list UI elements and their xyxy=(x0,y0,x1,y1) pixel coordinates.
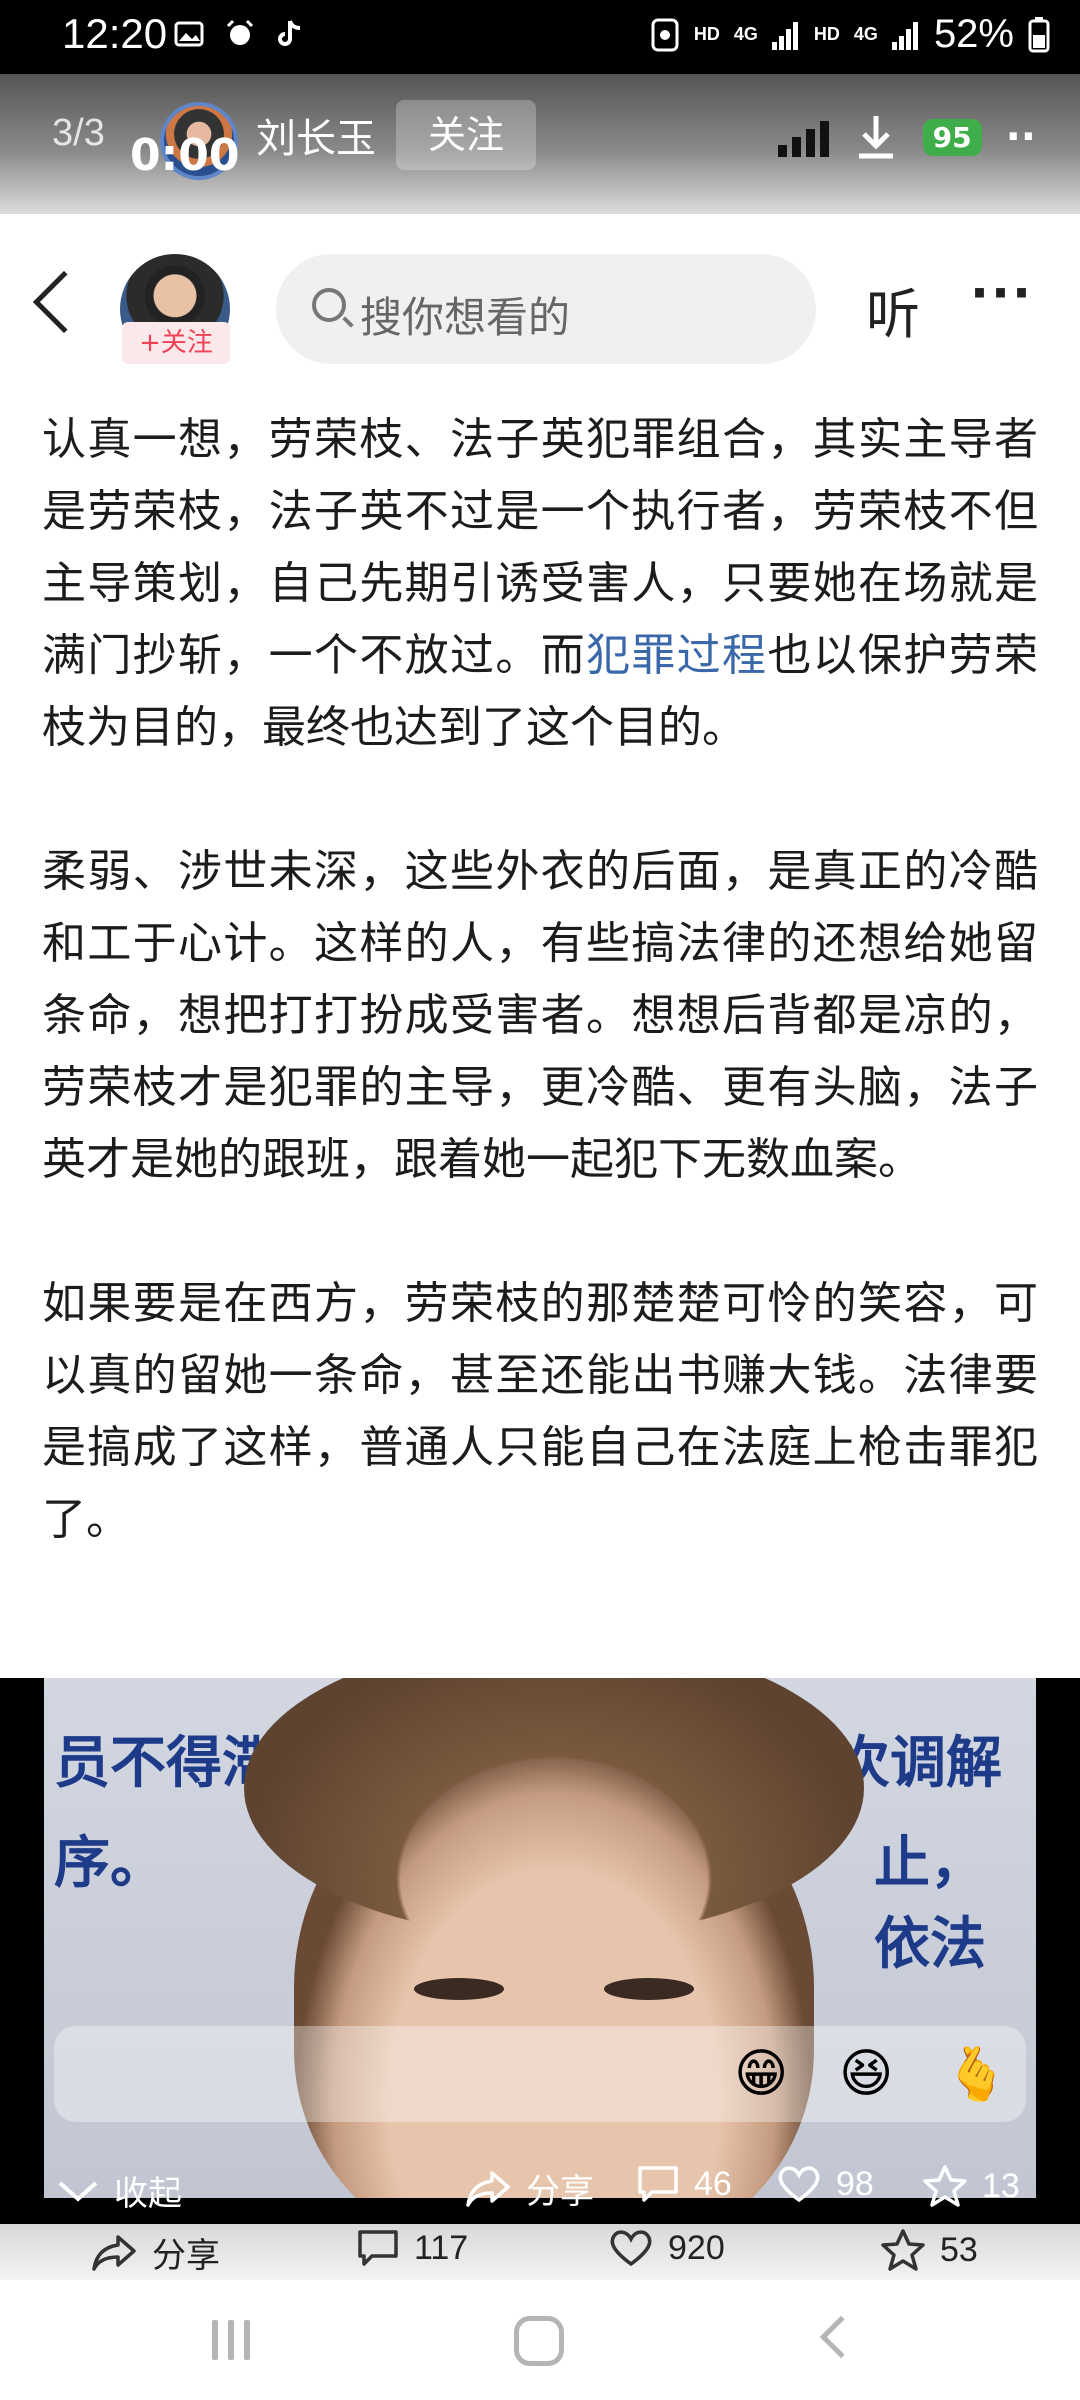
tiktok-icon xyxy=(278,20,301,46)
search-icon xyxy=(312,288,346,322)
favorite-button[interactable]: 53 xyxy=(880,2228,978,2272)
favorite-count: 53 xyxy=(940,2230,978,2269)
comment-button[interactable]: 117 xyxy=(356,2228,468,2268)
comment-icon xyxy=(358,2230,398,2266)
heart-icon xyxy=(778,2166,820,2203)
network-label-1: 4G xyxy=(733,24,758,44)
hd-label-2: HD xyxy=(813,24,840,44)
network-label-2: 4G xyxy=(853,24,878,44)
like-count: 920 xyxy=(668,2228,725,2267)
emoji-reaction-bar: 😁 😆 🫰 xyxy=(54,2026,1026,2122)
signal-bars-icon xyxy=(777,117,829,157)
overlay-like-button[interactable]: 98 xyxy=(776,2164,874,2204)
heart-hand-emoji-icon[interactable]: 🫰 xyxy=(944,2044,1009,2105)
search-input[interactable]: 搜你想看的 xyxy=(276,254,816,364)
bottom-action-bar: 分享 117 920 53 xyxy=(0,2224,1080,2280)
back-arrow-icon[interactable] xyxy=(32,270,96,334)
battery-pill: 95 xyxy=(922,118,982,156)
comment-icon xyxy=(638,2166,678,2202)
more-options-icon[interactable]: ··· xyxy=(970,264,1033,322)
download-icon[interactable] xyxy=(853,112,899,162)
hd-label-1: HD xyxy=(693,24,720,44)
overlay-share-button[interactable]: 分享 xyxy=(464,2164,594,2213)
collapse-label: 收起 xyxy=(114,2175,182,2213)
battery-percent: 52% xyxy=(933,12,1014,56)
right-eye xyxy=(604,1978,694,2000)
clock: 12:20 xyxy=(62,10,168,57)
system-indicators: HD 4G HD 4G 52% xyxy=(650,12,1050,57)
signal-icon xyxy=(771,21,798,50)
notification-icons xyxy=(174,18,302,50)
laugh-emoji-icon[interactable]: 😆 xyxy=(839,2044,893,2104)
paragraph-3: 如果要是在西方，劳荣枝的那楚楚可怜的笑容，可以真的留她一条命，甚至还能出书赚大钱… xyxy=(42,1278,1038,1545)
battery-icon xyxy=(1028,16,1050,52)
overlay-favorite-button[interactable]: 13 xyxy=(922,2164,1020,2208)
search-placeholder: 搜你想看的 xyxy=(360,293,571,342)
home-icon[interactable] xyxy=(514,2316,564,2366)
share-icon xyxy=(92,2234,136,2271)
grin-emoji-icon[interactable]: 😁 xyxy=(734,2044,788,2104)
nav-back-icon[interactable] xyxy=(819,2315,863,2359)
wall-text-right-2: 止，依法 xyxy=(874,1831,986,1977)
collapse-button[interactable]: 收起 xyxy=(56,2166,182,2215)
chevron-down-icon xyxy=(58,2181,98,2202)
paragraph-1: 认真一想，劳荣枝、法子英犯罪组合，其实主导者是劳荣枝，法子英不过是一个执行者，劳… xyxy=(42,404,1038,764)
share-icon xyxy=(466,2170,510,2207)
share-label: 分享 xyxy=(152,2237,220,2275)
article-image[interactable]: 员不得滞 序。 次调解 止，依法 😁 😆 🫰 xyxy=(44,1678,1036,2198)
video-author-name[interactable]: 刘长玉 xyxy=(256,106,376,164)
overlay-action-bar: 收起 分享 46 98 13 xyxy=(0,2150,1080,2224)
gallery-icon xyxy=(174,21,204,47)
video-more-icon[interactable]: ·· xyxy=(1006,114,1036,160)
video-follow-button[interactable]: 关注 xyxy=(396,100,536,170)
alarm-icon xyxy=(226,19,254,45)
star-icon xyxy=(881,2229,925,2271)
star-icon xyxy=(923,2165,967,2207)
listen-button[interactable]: 听 xyxy=(866,270,920,349)
overlay-favorite-count: 13 xyxy=(982,2166,1020,2205)
video-index: 3/3 xyxy=(52,112,105,154)
signal-icon xyxy=(891,21,918,50)
like-button[interactable]: 920 xyxy=(608,2228,725,2268)
video-time: 0:00 xyxy=(130,130,240,181)
overlay-like-count: 98 xyxy=(836,2164,874,2203)
comment-count: 117 xyxy=(414,2228,469,2267)
article-body: 认真一想，劳荣枝、法子英犯罪组合，其实主导者是劳荣枝，法子英不过是一个执行者，劳… xyxy=(0,404,1080,1678)
status-bar: 12:20 HD 4G HD 4G 52% xyxy=(0,0,1080,74)
video-header: 3/3 0:00 刘长玉 关注 95 ·· xyxy=(0,74,1080,214)
share-button[interactable]: 分享 xyxy=(90,2228,220,2277)
overlay-comment-button[interactable]: 46 xyxy=(636,2164,732,2204)
paragraph-2: 柔弱、涉世未深，这些外衣的后面，是真正的冷酷和工于心计。这样的人，有些搞法律的还… xyxy=(42,846,1038,1185)
follow-button[interactable]: +关注 xyxy=(122,322,230,364)
heart-icon xyxy=(610,2230,652,2267)
nfc-icon xyxy=(651,18,679,51)
overlay-share-label: 分享 xyxy=(526,2173,594,2211)
overlay-comment-count: 46 xyxy=(694,2164,732,2203)
system-nav-bar xyxy=(0,2280,1080,2400)
crime-process-link[interactable]: 犯罪过程 xyxy=(586,630,767,681)
recent-apps-icon[interactable] xyxy=(212,2320,250,2360)
video-header-icons: 95 ·· xyxy=(777,112,1036,162)
app-header: +关注 搜你想看的 听 ··· xyxy=(0,214,1080,404)
left-eye xyxy=(414,1978,504,2000)
wall-text-left-2: 序。 xyxy=(54,1831,166,1896)
